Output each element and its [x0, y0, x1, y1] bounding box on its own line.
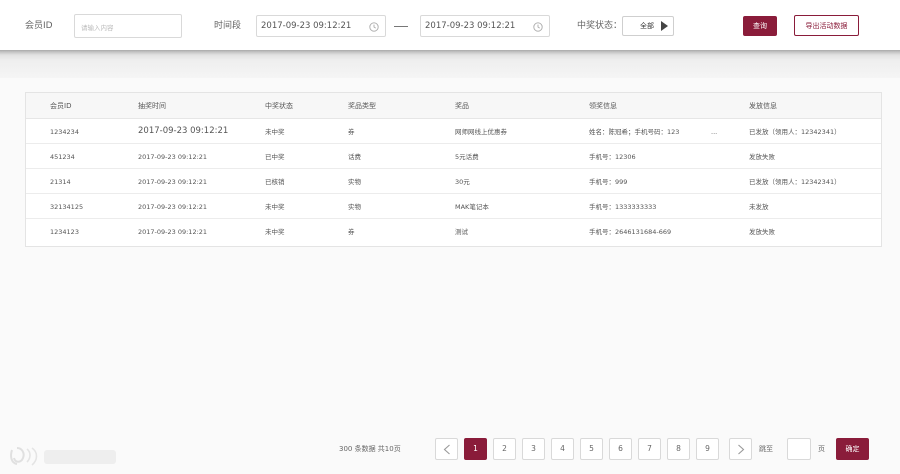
- cell-prize: 网师网线上优惠券: [455, 128, 507, 136]
- cell-draw-time: 2017-09-23 09:12:21: [138, 178, 208, 186]
- table-row: 21314 2017-09-23 09:12:21 已核销 实物 30元 手机号…: [26, 169, 881, 194]
- cell-prize: MAK笔记本: [455, 203, 489, 211]
- page-button-1[interactable]: 1: [464, 438, 487, 460]
- cell-claim-info: 手机号：2646131684-669: [589, 228, 672, 236]
- cell-claim-info: 手机号：12306: [589, 153, 636, 161]
- table-row: 1234234 2017-09-23 09:12:21 未中奖 券 网师网线上优…: [26, 119, 881, 144]
- cell-claim-info: 手机号：999: [589, 178, 628, 186]
- next-page-button[interactable]: [729, 438, 752, 460]
- table-row: 451234 2017-09-23 09:12:21 已中奖 话费 5元话费 手…: [26, 144, 881, 169]
- watermark-logo: [10, 447, 116, 466]
- cell-win-status: 已中奖: [265, 153, 285, 161]
- query-button[interactable]: 查询: [743, 16, 777, 36]
- page-button-6[interactable]: 6: [609, 438, 632, 460]
- page-button-7[interactable]: 7: [638, 438, 661, 460]
- column-header-dispatch-info: 发放信息: [749, 102, 777, 110]
- cell-claim-more[interactable]: ...: [711, 127, 717, 137]
- cell-dispatch-info: 未发放: [749, 203, 769, 211]
- win-status-label: 中奖状态：: [577, 21, 623, 31]
- cell-member-id: 32134125: [50, 203, 84, 211]
- page-button-9[interactable]: 9: [696, 438, 719, 460]
- cell-dispatch-info: 已发放（领用人：12342341）: [749, 128, 841, 136]
- cell-prize-type: 券: [348, 128, 355, 136]
- cell-prize-type: 券: [348, 228, 355, 236]
- column-header-prize: 奖品: [455, 102, 469, 110]
- column-header-draw-time: 抽奖时间: [138, 102, 166, 110]
- member-id-input[interactable]: [75, 17, 181, 39]
- filter-bar: 会员ID 时间段 2017-09-23 09:12:21 2017-09-23 …: [0, 0, 900, 50]
- cell-member-id: 451234: [50, 153, 75, 161]
- table-row: 1234123 2017-09-23 09:12:21 未中奖 券 测试 手机号…: [26, 219, 881, 244]
- cell-win-status: 未中奖: [265, 128, 285, 136]
- cell-prize-type: 话费: [348, 153, 361, 161]
- jump-page-input[interactable]: [788, 442, 810, 463]
- cell-claim-info: 姓名：陈冠希；手机号码：123: [589, 128, 680, 136]
- cell-draw-time: 2017-09-23 09:12:21: [138, 153, 208, 161]
- cell-dispatch-info: 发放失败: [749, 228, 775, 236]
- cell-win-status: 未中奖: [265, 228, 285, 236]
- win-status-value: 全部: [640, 22, 654, 30]
- triangle-right-icon: [661, 21, 668, 31]
- chevron-left-icon: [443, 444, 450, 455]
- page-button-4[interactable]: 4: [551, 438, 574, 460]
- header-shadow: [0, 50, 900, 78]
- column-header-win-status: 中奖状态: [265, 102, 293, 110]
- start-time-picker[interactable]: 2017-09-23 09:12:21: [256, 15, 386, 37]
- clock-icon: [533, 22, 543, 32]
- cell-member-id: 21314: [50, 178, 71, 186]
- chevron-right-icon: [738, 444, 745, 455]
- period-label: 时间段: [214, 21, 242, 31]
- cell-dispatch-info: 发放失败: [749, 153, 775, 161]
- jump-to-label: 跳至: [759, 445, 773, 453]
- start-time-value: 2017-09-23 09:12:21: [261, 21, 352, 31]
- page-button-3[interactable]: 3: [522, 438, 545, 460]
- cell-member-id: 1234234: [50, 128, 79, 136]
- clock-icon: [369, 22, 379, 32]
- column-header-claim-info: 领奖信息: [589, 102, 617, 110]
- page-button-8[interactable]: 8: [667, 438, 690, 460]
- cell-claim-info: 手机号：1333333333: [589, 203, 657, 211]
- cell-member-id: 1234123: [50, 228, 79, 236]
- jump-page-input-box[interactable]: [787, 438, 811, 463]
- prev-page-button[interactable]: [435, 438, 458, 460]
- cell-draw-time: 2017-09-23 09:12:21: [138, 126, 229, 136]
- end-time-value: 2017-09-23 09:12:21: [425, 21, 516, 31]
- lottery-records-table: 会员ID 抽奖时间 中奖状态 奖品类型 奖品 领奖信息 发放信息 1234234…: [25, 92, 882, 247]
- page-button-2[interactable]: 2: [493, 438, 516, 460]
- cell-win-status: 已核销: [265, 178, 285, 186]
- cell-draw-time: 2017-09-23 09:12:21: [138, 203, 208, 211]
- member-id-label: 会员ID: [25, 21, 53, 31]
- table-row: 32134125 2017-09-23 09:12:21 未中奖 实物 MAK笔…: [26, 194, 881, 219]
- cell-prize: 5元话费: [455, 153, 479, 161]
- cell-draw-time: 2017-09-23 09:12:21: [138, 228, 208, 236]
- export-activity-data-button[interactable]: 导出活动数据: [794, 15, 859, 36]
- table-header: 会员ID 抽奖时间 中奖状态 奖品类型 奖品 领奖信息 发放信息: [26, 93, 881, 119]
- confirm-jump-button[interactable]: 确定: [836, 438, 869, 460]
- range-separator: [394, 26, 408, 27]
- column-header-prize-type: 奖品类型: [348, 102, 376, 110]
- cell-dispatch-info: 已发放（领用人：12342341）: [749, 178, 841, 186]
- end-time-picker[interactable]: 2017-09-23 09:12:21: [420, 15, 550, 37]
- cell-prize-type: 实物: [348, 178, 361, 186]
- member-id-input-box[interactable]: [74, 14, 182, 39]
- cell-win-status: 未中奖: [265, 203, 285, 211]
- cell-prize: 测试: [455, 228, 468, 236]
- page-unit-label: 页: [818, 445, 825, 453]
- pagination-total: 300 条数据 共10页: [339, 445, 401, 453]
- cell-prize-type: 实物: [348, 203, 361, 211]
- page-button-5[interactable]: 5: [580, 438, 603, 460]
- win-status-select[interactable]: 全部: [622, 16, 674, 36]
- column-header-member-id: 会员ID: [50, 102, 72, 110]
- cell-prize: 30元: [455, 178, 470, 186]
